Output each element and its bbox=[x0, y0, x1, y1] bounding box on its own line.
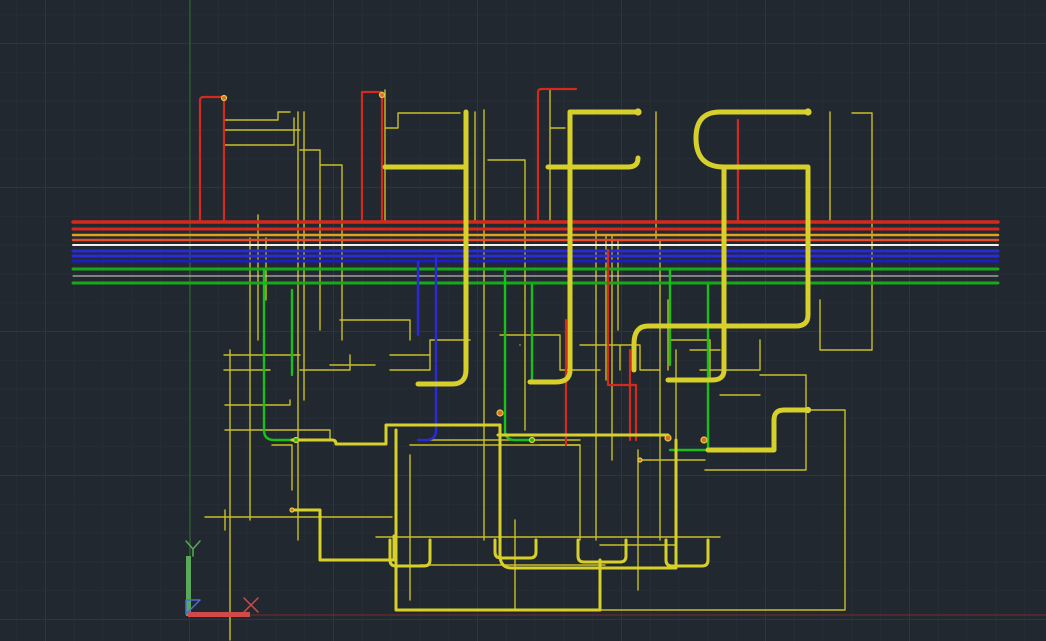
ucs-icon bbox=[185, 540, 259, 617]
model-space-viewport[interactable] bbox=[0, 0, 1046, 641]
x-icon bbox=[243, 597, 259, 613]
red-risers bbox=[198, 87, 740, 447]
ucs-x-arrow bbox=[188, 612, 250, 617]
y-icon bbox=[185, 540, 201, 557]
main-pipe-bundle bbox=[71, 220, 1000, 285]
green-branches bbox=[262, 268, 710, 452]
pipe-drawing bbox=[71, 0, 1046, 641]
